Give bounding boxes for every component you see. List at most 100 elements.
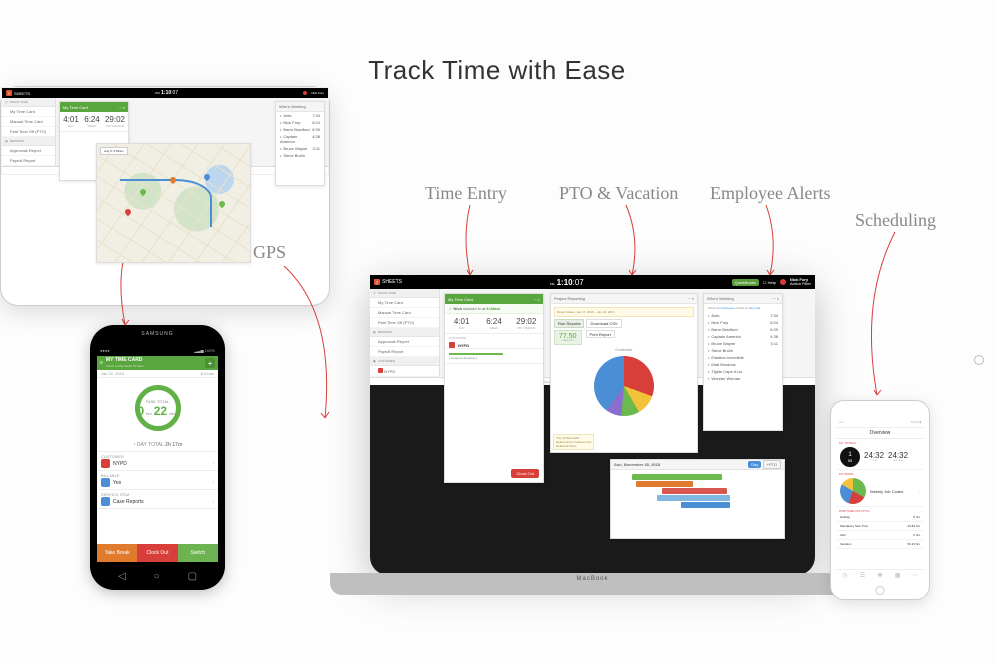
help-link[interactable]: ☐ Help — [763, 280, 776, 285]
whos-working-row[interactable]: Barre Bradford6:39 — [704, 326, 782, 333]
tab-more[interactable]: ⋯ — [906, 570, 924, 581]
schedule-bar[interactable] — [657, 495, 730, 501]
nav-pto[interactable]: Paid Time Off (PTO) — [2, 127, 55, 137]
panel-controls[interactable]: − × — [534, 297, 540, 302]
report-icon: ▤ — [5, 139, 8, 143]
nav-approvals[interactable]: Approvals Report — [370, 337, 439, 347]
whos-working-row[interactable]: Elastica Incredible — [704, 354, 782, 361]
nav-payroll[interactable]: Payroll Report — [370, 347, 439, 357]
schedule-bar[interactable] — [632, 474, 722, 480]
customer-dot-icon — [449, 342, 455, 348]
brand-logo-icon: T — [6, 90, 12, 96]
panel-controls[interactable]: − × — [688, 296, 694, 301]
task-dial: TASK TOTAL 0 hrs 22 mins — [97, 378, 218, 438]
nav-pto[interactable]: Paid Time Off (PTO) — [370, 318, 439, 328]
whos-working-row[interactable]: Nick Fury6:24 — [704, 319, 782, 326]
nav-my-time-card[interactable]: My Time Card — [2, 107, 55, 117]
schedule-bar[interactable] — [681, 502, 730, 508]
quickbooks-button[interactable]: QuickBooks — [732, 279, 759, 286]
whos-working-row[interactable]: Matt Murdock — [704, 361, 782, 368]
callout-alerts: Employee Alerts — [710, 183, 830, 204]
arrow-alerts — [760, 203, 780, 278]
chevron-right-icon[interactable]: › — [919, 489, 920, 494]
whos-working-row[interactable]: Steve Brulin — [704, 347, 782, 354]
nav-approvals[interactable]: Approvals Report — [2, 146, 55, 156]
whos-working-row[interactable]: Captain America4:38 — [704, 333, 782, 340]
view-day-button[interactable]: Day — [748, 461, 761, 468]
run-reports-button[interactable]: Run Reports — [554, 319, 584, 328]
arrow-pto — [618, 203, 643, 278]
download-csv-button[interactable]: Download CSV — [586, 319, 621, 328]
schedule-timeline[interactable] — [611, 470, 784, 512]
nav-section-reports: ▤ REPORTS — [2, 137, 55, 146]
nav-payroll[interactable]: Payroll Report — [2, 156, 55, 166]
schedule-bar[interactable] — [636, 481, 693, 487]
date-row: Jan 22, 2016 8:47am — [97, 370, 218, 378]
nav-manual-time[interactable]: Manual Time Card — [2, 117, 55, 127]
user-name[interactable]: Nick Fury — [311, 91, 324, 95]
tablet-home-button[interactable] — [974, 355, 984, 365]
add-button[interactable]: + — [205, 358, 215, 368]
timecard-titlebar: ≡ MY TIME CARD You're on the Clock: 0h 2… — [97, 356, 218, 370]
back-icon[interactable]: ◁ — [118, 571, 126, 582]
clock: PM 1:10:07 — [550, 278, 584, 287]
add-pto-button[interactable]: +PTO — [763, 460, 782, 469]
phone-nav-keys: ◁ ○ ▢ — [90, 571, 225, 582]
callout-pto: PTO & Vacation — [559, 183, 678, 204]
map-infowindow: Aug 5, 9:50am — [100, 147, 128, 155]
print-report-button[interactable]: Print Report — [586, 330, 615, 338]
close-icon[interactable]: − × — [119, 105, 125, 110]
panel-controls[interactable]: − × — [773, 296, 779, 301]
map-panel[interactable]: Aug 5, 9:50am — [96, 143, 251, 263]
customer-field[interactable]: CUSTOMER NYPD › — [97, 452, 218, 471]
clock: PM 1:10:07 — [155, 90, 178, 96]
nav-customer-nypd[interactable]: NYPD — [370, 366, 439, 377]
iphone-device: •••••100% ▮ Overview MY TOTALS 1 55 24:3… — [830, 400, 930, 600]
tab-overview[interactable]: ◷ — [836, 570, 854, 581]
alert-dot-icon[interactable] — [780, 279, 786, 285]
whos-working-row[interactable]: Steve Brulin — [276, 152, 324, 159]
whos-working-row[interactable]: Bruce Wayne3:11 — [276, 145, 324, 152]
phone-brand: SAMSUNG — [90, 331, 225, 337]
take-break-button[interactable]: Take Break — [97, 544, 137, 562]
pto-row: Vacation50.15 hrs — [836, 540, 924, 549]
bottom-tabbar: ◷ ☰ ✚ ▦ ⋯ — [836, 569, 924, 581]
day-total-row: ◔ DAY TOTAL 2h 17m — [97, 438, 218, 452]
whos-working-row[interactable]: Nick Fury6:24 — [276, 119, 324, 126]
whos-working-row[interactable]: Barre Bradford6:39 — [276, 126, 324, 133]
home-icon[interactable]: ○ — [154, 571, 160, 582]
whos-working-row[interactable]: Ants7:34 — [704, 312, 782, 319]
tab-timesheets[interactable]: ☰ — [854, 570, 872, 581]
switch-button[interactable]: Switch — [178, 544, 218, 562]
whos-working-row[interactable]: Captain America4:38 — [276, 133, 324, 145]
tab-schedule[interactable]: ▦ — [889, 570, 907, 581]
nav-manual-time[interactable]: Manual Time Card — [370, 308, 439, 318]
whos-working-row[interactable]: Ants7:34 — [276, 112, 324, 119]
whos-working-row[interactable]: Tights Cape A Us — [704, 368, 782, 375]
iphone-home-button[interactable] — [876, 586, 885, 595]
whos-working-panel: Who's Working Ants7:34Nick Fury6:24Barre… — [275, 101, 325, 186]
customer-dot-icon — [101, 459, 110, 468]
filter-employees-link[interactable]: all employees — [716, 306, 734, 310]
alert-dot-icon[interactable] — [303, 91, 307, 95]
whos-working-row[interactable]: Wonder Woman — [704, 375, 782, 382]
map-pin-icon — [203, 172, 211, 180]
tag-icon: ▣ — [373, 359, 376, 363]
schedule-bar[interactable] — [662, 488, 727, 494]
chevron-right-icon: › — [212, 499, 214, 505]
nav-my-time-card[interactable]: My Time Card — [370, 298, 439, 308]
tab-track[interactable]: ✚ — [871, 570, 889, 581]
pto-row: Sick0 hrs — [836, 531, 924, 540]
recent-icon[interactable]: ▢ — [188, 571, 197, 582]
customer-pie-chart — [594, 356, 654, 416]
clock-out-button[interactable]: Clock Out — [511, 469, 539, 478]
clock-icon: ◷ — [5, 100, 8, 104]
billable-dot-icon — [101, 478, 110, 487]
filter-sort-link[interactable]: day total — [749, 306, 760, 310]
billable-field[interactable]: BILLABLE Yes › — [97, 471, 218, 490]
service-item-field[interactable]: SERVICE ITEM Case Reports › — [97, 490, 218, 509]
phone-statusbar: ●●●●▂▃▅ 100% — [97, 347, 218, 356]
weekly-jobcodes-pie — [840, 478, 866, 504]
whos-working-row[interactable]: Bruce Wayne3:11 — [704, 340, 782, 347]
clock-out-button[interactable]: Clock Out — [137, 544, 177, 562]
